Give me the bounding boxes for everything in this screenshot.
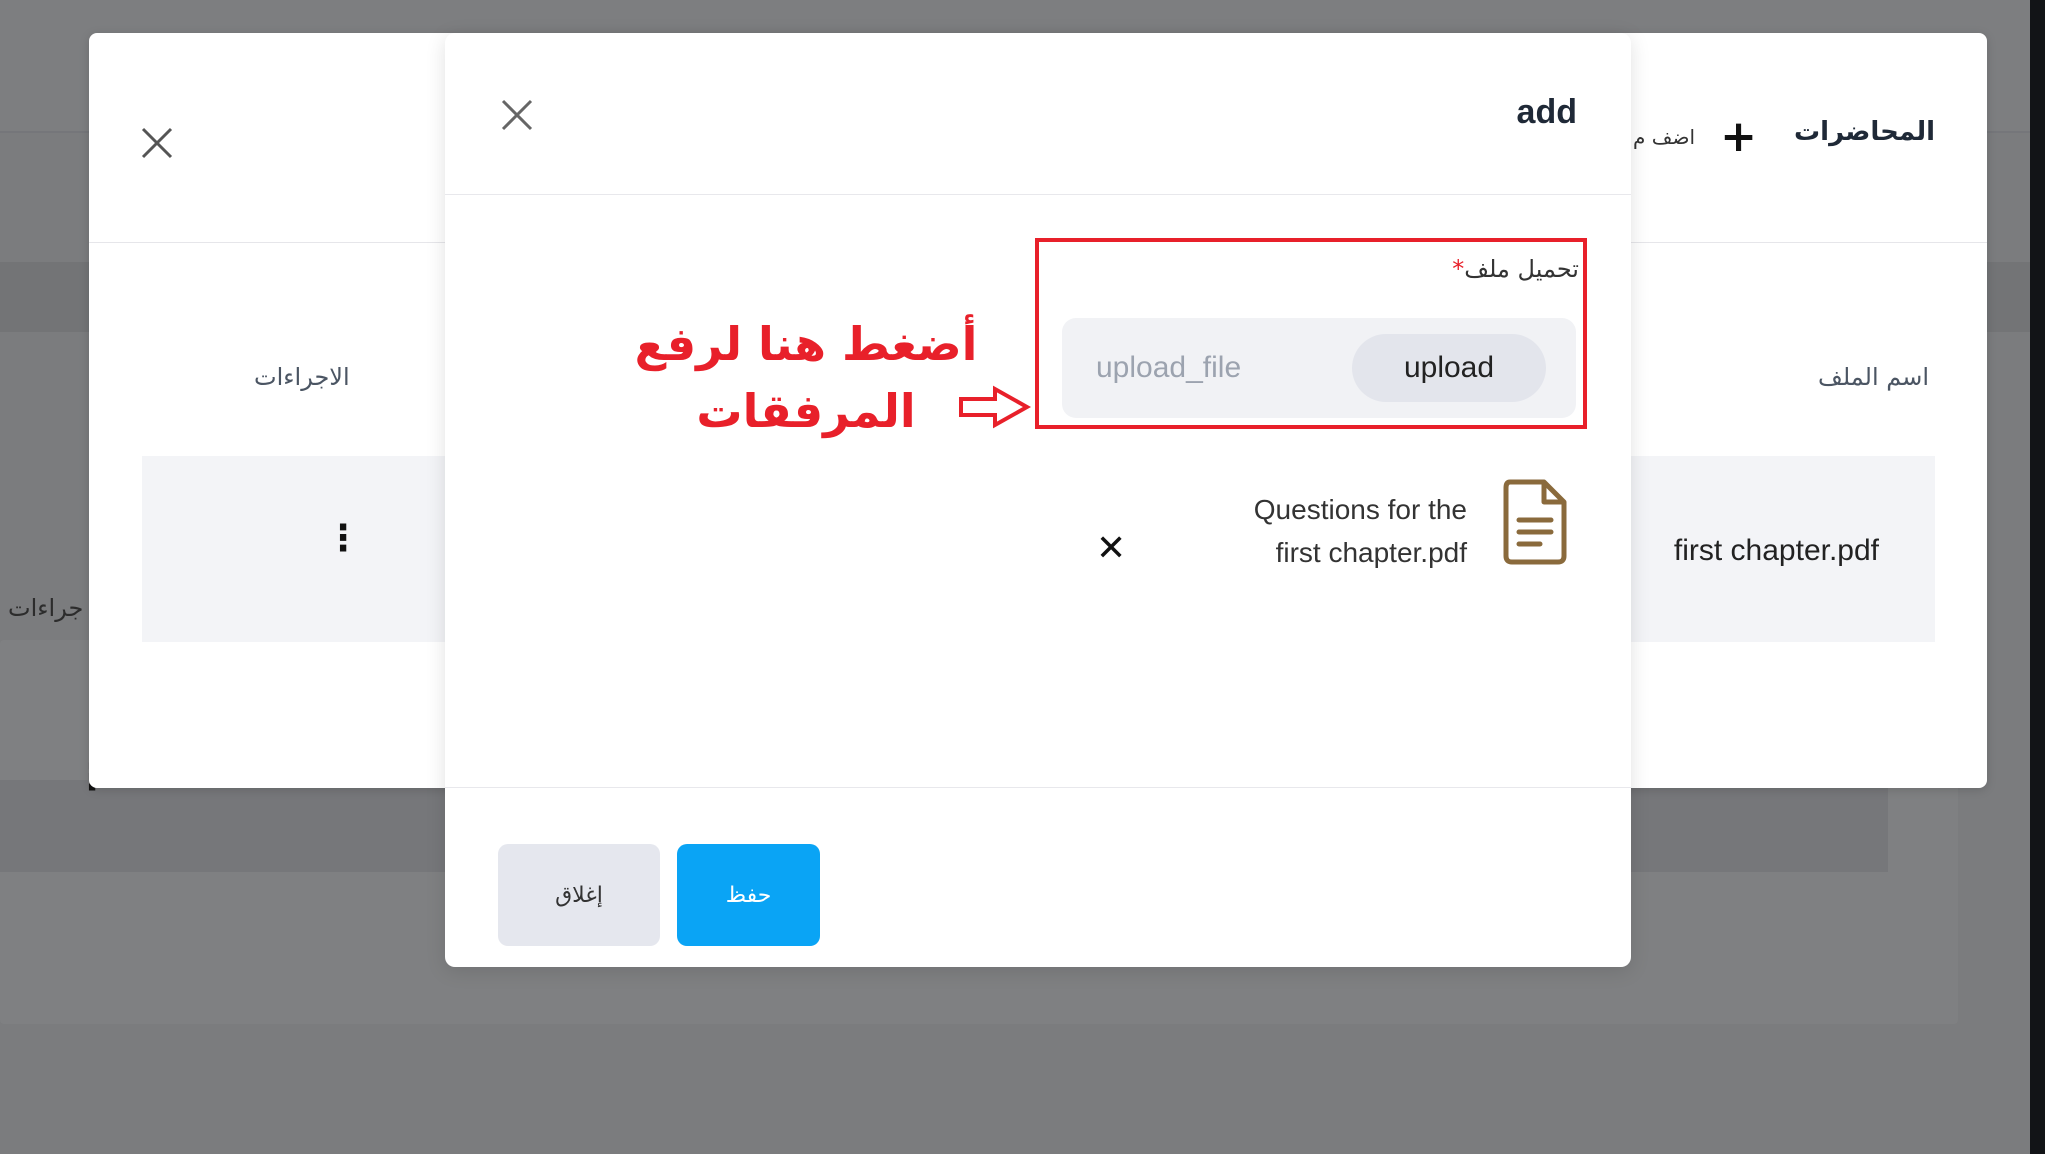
- plus-icon[interactable]: +: [1720, 115, 1757, 159]
- upload-placeholder: upload_file: [1096, 351, 1242, 384]
- file-upload-input[interactable]: upload_file upload: [1062, 318, 1576, 418]
- x-icon[interactable]: ✕: [1096, 531, 1126, 567]
- document-icon: [1503, 479, 1567, 565]
- background-actions-label: جراءات: [8, 594, 84, 622]
- close-icon[interactable]: [137, 123, 177, 163]
- close-icon[interactable]: [497, 95, 537, 135]
- attachment-file-name: Questions for the first chapter.pdf: [1253, 494, 1467, 569]
- window-edge: [2030, 0, 2045, 1154]
- add-dialog-header: add: [445, 33, 1631, 195]
- column-header-file-name: اسم الملف: [1817, 363, 1929, 391]
- annotation-text: أضغط هنا لرفع المرفقات: [634, 317, 978, 438]
- lectures-dialog-title: المحاضرات: [1794, 117, 1935, 147]
- upload-field-label: تحميل ملف*: [1452, 255, 1579, 283]
- close-button[interactable]: إغلاق: [498, 844, 660, 946]
- upload-button[interactable]: upload: [1352, 334, 1546, 402]
- save-button[interactable]: حفظ: [677, 844, 820, 946]
- add-dialog: add تحميل ملف* upload_file upload أضغط ه…: [445, 33, 1631, 967]
- more-vertical-icon[interactable]: ⋮: [325, 521, 361, 557]
- add-dialog-footer: إغلاق حفظ: [445, 787, 1631, 967]
- add-lecture-button[interactable]: اضف م: [1633, 125, 1695, 149]
- required-mark: *: [1452, 255, 1465, 283]
- arrow-right-icon: [959, 385, 1031, 429]
- column-header-actions: الاجراءات: [254, 363, 350, 391]
- add-dialog-title: add: [1516, 93, 1577, 131]
- table-cell-file-name: first chapter.pdf: [1673, 534, 1879, 567]
